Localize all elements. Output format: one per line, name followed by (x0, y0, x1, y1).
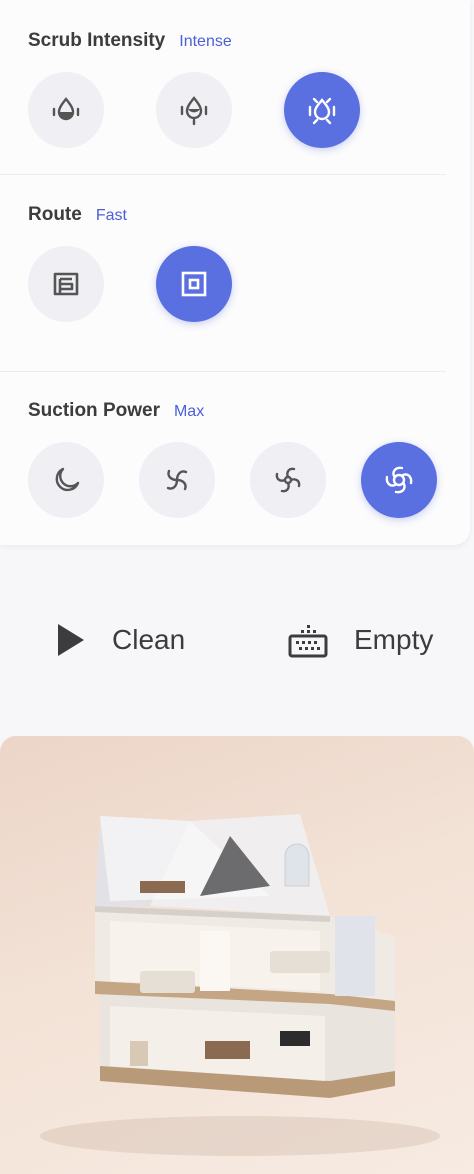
clean-label: Clean (112, 624, 186, 655)
fan-max-icon (385, 466, 413, 494)
suction-option-turbo[interactable] (250, 442, 326, 518)
water-drop-medium-icon (180, 96, 208, 126)
settings-card: Scrub Intensity Intense Route Fast Sucti… (0, 0, 470, 545)
play-icon (58, 624, 84, 656)
scrub-option-intense[interactable] (284, 72, 360, 148)
route-value: Fast (95, 207, 127, 224)
suction-option-max[interactable] (361, 442, 437, 518)
house-cutaway-image (40, 814, 440, 1156)
suction-option-quiet[interactable] (28, 442, 104, 518)
route-deep-icon (53, 272, 79, 296)
suction-power-label: Suction Power (28, 400, 160, 421)
scrub-intensity-label: Scrub Intensity (28, 30, 166, 51)
suction-option-standard[interactable] (139, 442, 215, 518)
divider (0, 371, 446, 372)
scrub-option-low[interactable] (28, 72, 104, 148)
route-header: Route Fast (28, 204, 127, 226)
dustbin-empty-icon (288, 625, 328, 658)
clean-button[interactable]: Clean (56, 622, 185, 658)
scrub-intensity-value: Intense (179, 33, 232, 50)
route-label: Route (28, 204, 82, 225)
divider (0, 174, 446, 175)
fan-standard-icon (166, 469, 188, 491)
empty-label: Empty (354, 624, 434, 655)
house-map-illustration[interactable] (0, 736, 474, 1174)
scrub-intensity-header: Scrub Intensity Intense (28, 30, 232, 52)
water-drop-intense-icon (308, 97, 336, 125)
suction-power-value: Max (173, 403, 205, 420)
fan-turbo-icon (275, 467, 301, 493)
route-option-fast[interactable] (156, 246, 232, 322)
route-fast-icon (181, 271, 207, 297)
moon-quiet-icon (55, 467, 80, 492)
scrub-option-medium[interactable] (156, 72, 232, 148)
water-drop-low-icon (52, 97, 80, 121)
empty-button[interactable]: Empty (288, 622, 433, 658)
suction-power-header: Suction Power Max (28, 400, 204, 422)
route-option-deep[interactable] (28, 246, 104, 322)
